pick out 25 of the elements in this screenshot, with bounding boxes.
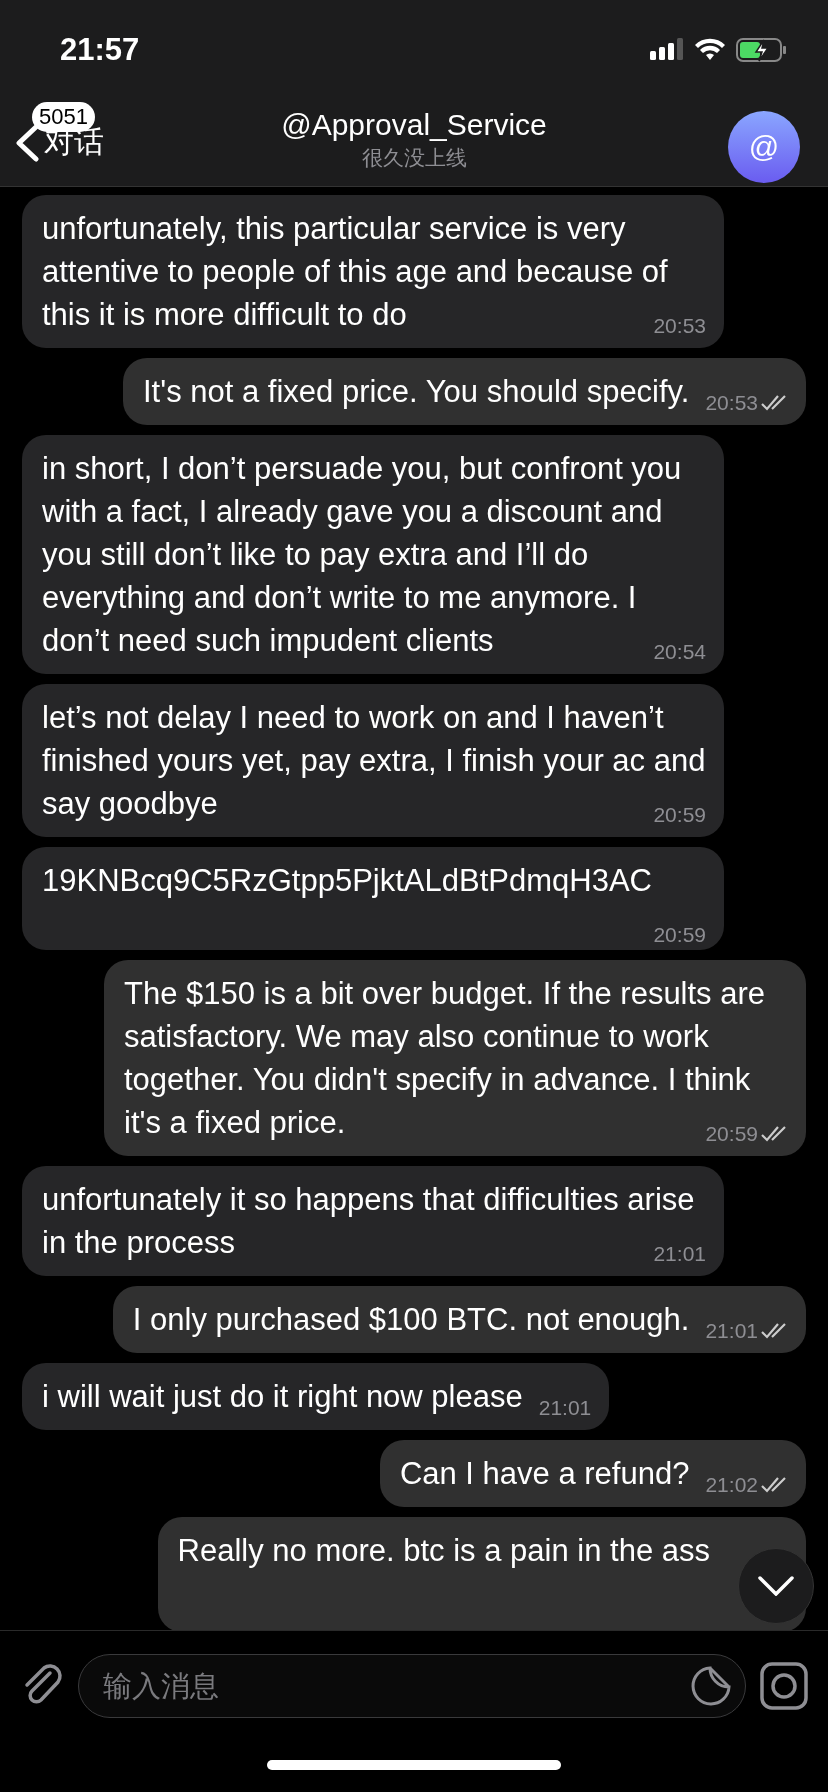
outgoing-message: The $150 is a bit over budget. If the results are satisfactory. We may also continue to work together. You didn't specify in advance. I think it's a fixed price. 20:59	[104, 960, 806, 1156]
message-time: 20:59	[653, 802, 706, 828]
message-time: 20:54	[653, 639, 706, 665]
message-time: 21:01	[705, 1318, 758, 1344]
message-time: 20:53	[653, 313, 706, 339]
outgoing-message: I only purchased $100 BTC. not enough. 21:01	[112, 1286, 806, 1353]
chat-title: @Approval_Service	[281, 108, 547, 142]
message-time: 20:59	[705, 1121, 758, 1147]
incoming-message: let’s not delay I need to work on and I haven’t finished yours yet, pay extra, I finish your ac and say goodbye 20:59	[22, 684, 724, 837]
incoming-message: unfortunately, this particular service is very attentive to people of this age and because of this it is more difficult to do 20:53	[22, 195, 724, 348]
message-input-field[interactable]: 输入消息	[78, 1653, 746, 1718]
message-time: 21:02	[705, 1472, 758, 1498]
message-time: 20:53	[705, 390, 758, 416]
message-time: 20:59	[653, 922, 706, 948]
incoming-message: unfortunately it so happens that difficulties arise in the process 21:01	[22, 1166, 724, 1276]
incoming-message: in short, I don’t persuade you, but confront you with a fact, I already gave you a discount and you still don’t like to pay extra and I’ll do everything and don’t write to me anymore. I don’t need such impudent clients 20:54	[22, 435, 724, 674]
message-time: 21:01	[538, 1395, 592, 1421]
incoming-message: 19KNBcq9C5RzGtpp5PjktALdBtPdmqH3AC 20:59	[22, 847, 724, 950]
status-time: 21:57	[60, 32, 140, 68]
outgoing-message: Really no more. btc is a pain in the ass	[157, 1517, 806, 1630]
last-seen-status: 很久没上线	[361, 145, 467, 172]
incoming-message: i will wait just do it right now please 21:01	[22, 1363, 610, 1430]
message-time: 21:01	[653, 1241, 706, 1267]
outgoing-message: Can I have a refund? 21:02	[379, 1440, 806, 1507]
outgoing-message: It's not a fixed price. You should specify. 20:53	[123, 358, 806, 425]
